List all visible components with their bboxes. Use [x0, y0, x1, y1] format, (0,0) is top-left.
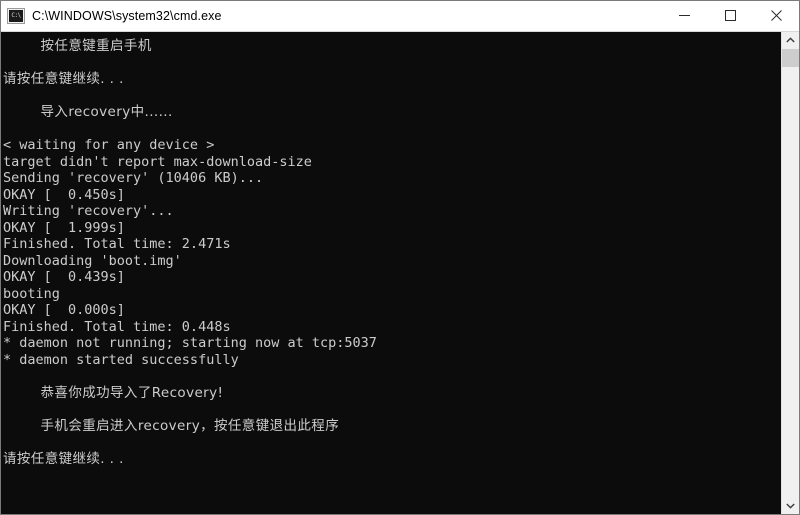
- maximize-icon: [724, 10, 736, 21]
- console-line: OKAY [ 0.000s]: [3, 302, 125, 318]
- console-line: OKAY [ 0.439s]: [3, 269, 125, 285]
- console-line-list: 按任意键重启手机 请按任意键继续. . . 导入recovery中...... …: [1, 38, 781, 467]
- scroll-down-button[interactable]: [782, 497, 799, 514]
- minimize-button[interactable]: [661, 1, 707, 30]
- window-controls: [661, 1, 799, 30]
- console-line: 请按任意键继续. . .: [3, 450, 124, 467]
- console-line: < waiting for any device >: [3, 137, 215, 153]
- console-line: Writing 'recovery'...: [3, 203, 174, 219]
- cmd-console-icon: C:\: [7, 8, 25, 24]
- minimize-icon: [678, 15, 690, 16]
- window-title: C:\WINDOWS\system32\cmd.exe: [32, 9, 222, 23]
- console-line: booting: [3, 285, 60, 302]
- maximize-button[interactable]: [707, 1, 753, 30]
- close-icon: [770, 10, 782, 21]
- scroll-up-button[interactable]: [782, 32, 799, 49]
- cmd-window: C:\ C:\WINDOWS\system32\cmd.exe 按任意键重启手机…: [0, 0, 800, 515]
- console-line: 导入recovery中......: [3, 104, 173, 120]
- vertical-scrollbar[interactable]: [781, 32, 799, 514]
- console-line: 手机会重启进入recovery，按任意键退出此程序: [3, 417, 340, 434]
- console-line: 按任意键重启手机: [3, 38, 152, 54]
- console-line: Sending 'recovery' (10406 KB)...: [3, 170, 264, 186]
- console-line: 恭喜你成功导入了Recovery!: [3, 384, 224, 401]
- scrollbar-thumb[interactable]: [782, 49, 799, 67]
- close-button[interactable]: [753, 1, 799, 30]
- titlebar[interactable]: C:\ C:\WINDOWS\system32\cmd.exe: [1, 1, 799, 32]
- console-line: Finished. Total time: 2.471s: [3, 236, 231, 252]
- console-line: target didn't report max-download-size: [3, 153, 312, 170]
- console-line: * daemon started successfully: [3, 351, 239, 368]
- console-line: Finished. Total time: 0.448s: [3, 318, 231, 335]
- scroll-down-arrow-icon: [786, 503, 795, 509]
- cmd-icon-glyph: C:\: [9, 10, 23, 22]
- scrollbar-track[interactable]: [782, 49, 799, 497]
- console-line: OKAY [ 1.999s]: [3, 219, 125, 236]
- console-line: OKAY [ 0.450s]: [3, 186, 125, 203]
- console-line: Downloading 'boot.img': [3, 252, 182, 269]
- console-line: 请按任意键继续. . .: [3, 71, 124, 87]
- console-area: 按任意键重启手机 请按任意键继续. . . 导入recovery中...... …: [1, 32, 799, 514]
- scroll-up-arrow-icon: [786, 37, 795, 43]
- console-output[interactable]: 按任意键重启手机 请按任意键继续. . . 导入recovery中...... …: [1, 32, 781, 514]
- console-line: * daemon not running; starting now at tc…: [3, 335, 377, 351]
